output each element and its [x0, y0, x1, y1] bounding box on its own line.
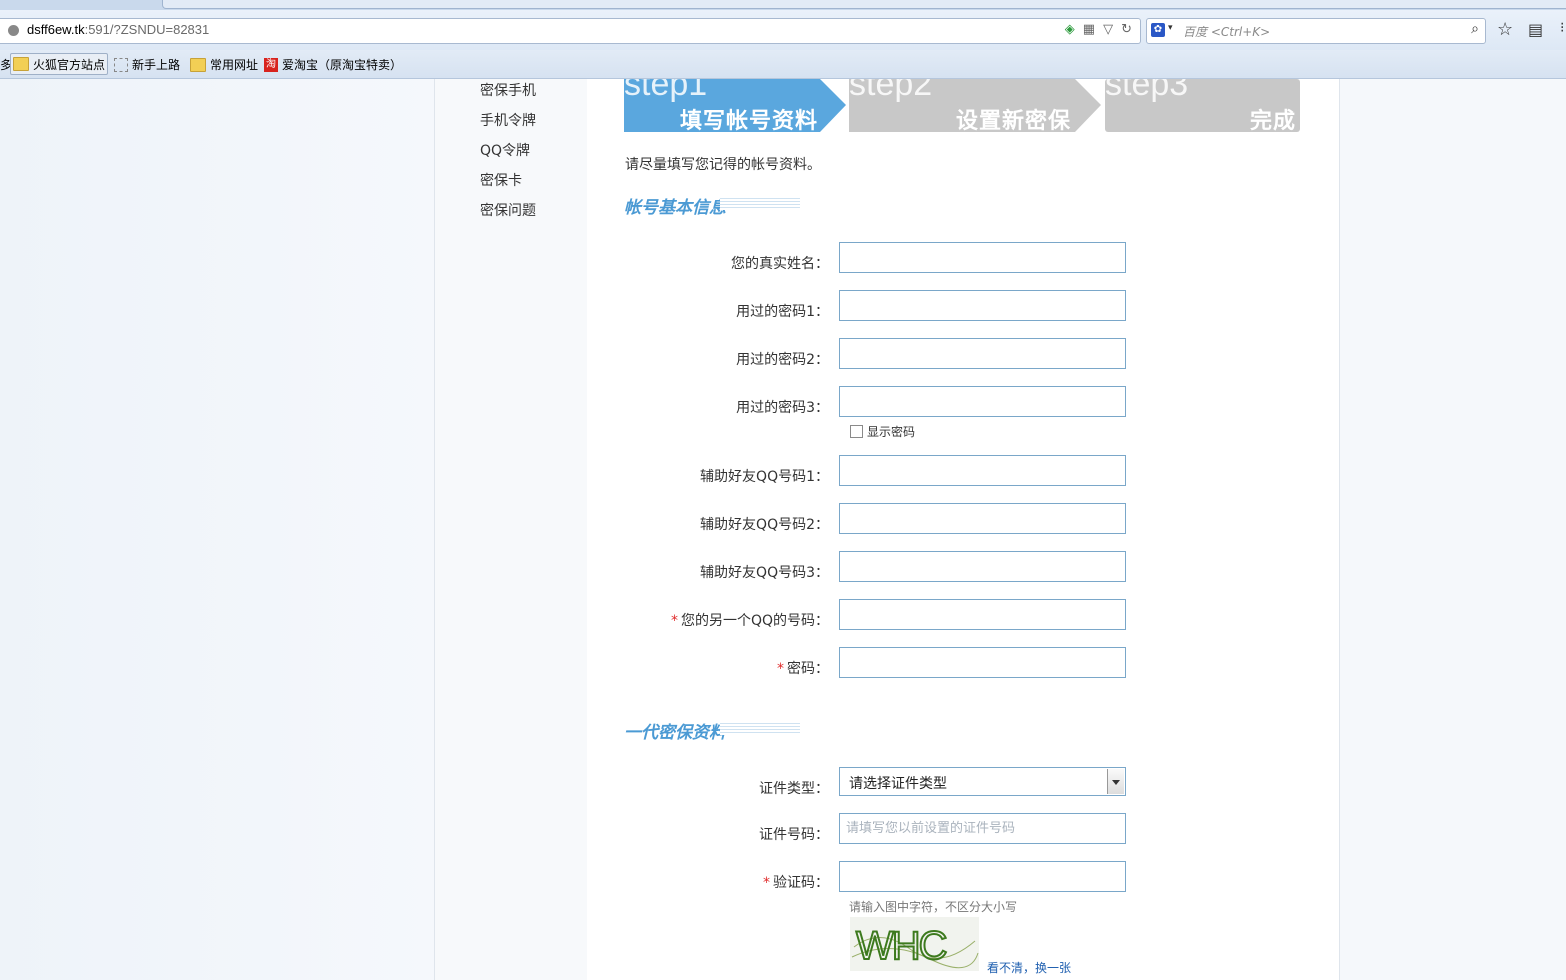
- address-bar[interactable]: dsff6ew.tk:591/?ZSNDU=82831 ◈ ▦ ▽ ↻: [0, 18, 1141, 44]
- shield-icon[interactable]: ◈: [1065, 22, 1075, 37]
- old-password-2-label: 用过的密码2：: [736, 352, 829, 368]
- folder-icon: [13, 57, 29, 71]
- search-icon[interactable]: ⌕: [1471, 21, 1479, 37]
- captcha-input[interactable]: [839, 861, 1126, 892]
- friend-qq-3-input[interactable]: [839, 551, 1126, 582]
- section-divider: [720, 198, 800, 210]
- page-icon: [114, 57, 128, 72]
- bookmark-firefox-official[interactable]: 火狐官方站点: [10, 53, 109, 75]
- old-password-2-input[interactable]: [839, 338, 1126, 369]
- section-title-legacy-security: 一代密保资料: [624, 723, 726, 743]
- checkbox[interactable]: [850, 425, 863, 438]
- url-text[interactable]: dsff6ew.tk:591/?ZSNDU=82831: [27, 22, 209, 37]
- other-qq-input[interactable]: [839, 599, 1126, 630]
- required-marker: *: [777, 661, 784, 677]
- sidebar-item-phone-token[interactable]: 手机令牌: [480, 110, 536, 130]
- page-background-left: [0, 79, 434, 980]
- id-number-input[interactable]: [839, 813, 1126, 844]
- show-password-checkbox[interactable]: 显示密码: [850, 423, 915, 440]
- real-name-input[interactable]: [839, 242, 1126, 273]
- intro-text: 请尽量填写您记得的帐号资料。: [625, 157, 821, 173]
- password-input[interactable]: [839, 647, 1126, 678]
- globe-icon: [8, 25, 19, 36]
- bookmark-getting-started[interactable]: 新手上路: [114, 56, 180, 73]
- dropdown-arrow-icon[interactable]: ▽: [1103, 22, 1113, 37]
- sidebar: 密保手机 手机令牌 QQ令牌 密保卡 密保问题: [435, 79, 587, 980]
- menu-icon[interactable]: ⁝: [1560, 20, 1564, 36]
- tab-strip: [0, 0, 1566, 10]
- bookmarks-toolbar: 多 火狐官方站点 新手上路 常用网址 淘爱淘宝（原淘宝特卖）: [0, 50, 1566, 79]
- sidebar-item-security-question[interactable]: 密保问题: [480, 200, 536, 220]
- old-password-3-input[interactable]: [839, 386, 1126, 417]
- old-password-1-input[interactable]: [839, 290, 1126, 321]
- friend-qq-1-input[interactable]: [839, 455, 1126, 486]
- friend-qq-3-label: 辅助好友QQ号码3：: [700, 565, 829, 581]
- main-container: 密保手机 手机令牌 QQ令牌 密保卡 密保问题 step1 填写帐号资料 ste…: [434, 79, 1340, 980]
- sidebar-item-security-card[interactable]: 密保卡: [480, 170, 522, 190]
- old-password-3-label: 用过的密码3：: [736, 400, 829, 416]
- required-marker: *: [763, 875, 770, 891]
- bookmark-star-icon[interactable]: ☆: [1497, 19, 1513, 40]
- chevron-down-icon[interactable]: [1107, 769, 1124, 794]
- captcha-refresh-link[interactable]: 看不清，换一张: [987, 959, 1071, 976]
- search-bar[interactable]: ✿ ▾ 百度 <Ctrl+K> ⌕: [1146, 18, 1486, 44]
- active-tab[interactable]: [162, 0, 1566, 9]
- bookmark-common-sites[interactable]: 常用网址: [190, 56, 258, 73]
- friend-qq-1-label: 辅助好友QQ号码1：: [700, 469, 829, 485]
- other-qq-label: * 您的另一个QQ的号码：: [670, 613, 829, 629]
- reload-icon[interactable]: ↻: [1121, 22, 1132, 37]
- captcha-hint: 请输入图中字符，不区分大小写: [849, 900, 1018, 914]
- qr-code-icon[interactable]: ▦: [1083, 22, 1095, 37]
- captcha-graphic: WHC: [851, 923, 979, 969]
- bookmarks-list-icon[interactable]: ▤: [1528, 20, 1543, 39]
- captcha-image[interactable]: WHC: [850, 917, 979, 971]
- real-name-label: 您的真实姓名：: [731, 256, 829, 272]
- baidu-paw-icon[interactable]: ✿: [1151, 23, 1165, 37]
- id-type-select[interactable]: 请选择证件类型: [839, 767, 1126, 796]
- folder-icon: [190, 57, 206, 72]
- id-type-label: 证件类型：: [759, 781, 829, 797]
- taobao-icon: 淘: [264, 57, 278, 72]
- friend-qq-2-label: 辅助好友QQ号码2：: [700, 517, 829, 533]
- section-divider: [720, 723, 800, 735]
- id-number-label: 证件号码：: [759, 827, 829, 843]
- sidebar-item-secure-phone[interactable]: 密保手机: [480, 80, 536, 100]
- step-2-indicator: step2 设置新密保: [849, 79, 1101, 132]
- chevron-down-icon[interactable]: ▾: [1168, 23, 1173, 33]
- required-marker: *: [670, 613, 678, 629]
- step-1-indicator: step1 填写帐号资料: [624, 79, 846, 132]
- captcha-text: WHC: [856, 924, 947, 968]
- friend-qq-2-input[interactable]: [839, 503, 1126, 534]
- sidebar-item-qq-token[interactable]: QQ令牌: [480, 140, 530, 160]
- captcha-label: * 验证码：: [763, 875, 829, 891]
- page-background-right: [1340, 79, 1566, 980]
- old-password-1-label: 用过的密码1：: [736, 304, 829, 320]
- section-title-basic-info: 帐号基本信息: [624, 198, 726, 218]
- search-placeholder[interactable]: 百度 <Ctrl+K>: [1183, 23, 1270, 40]
- password-label: * 密码：: [777, 661, 829, 677]
- bookmark-ai-taobao[interactable]: 淘爱淘宝（原淘宝特卖）: [264, 56, 402, 73]
- step-3-indicator: step3 完成: [1105, 79, 1300, 132]
